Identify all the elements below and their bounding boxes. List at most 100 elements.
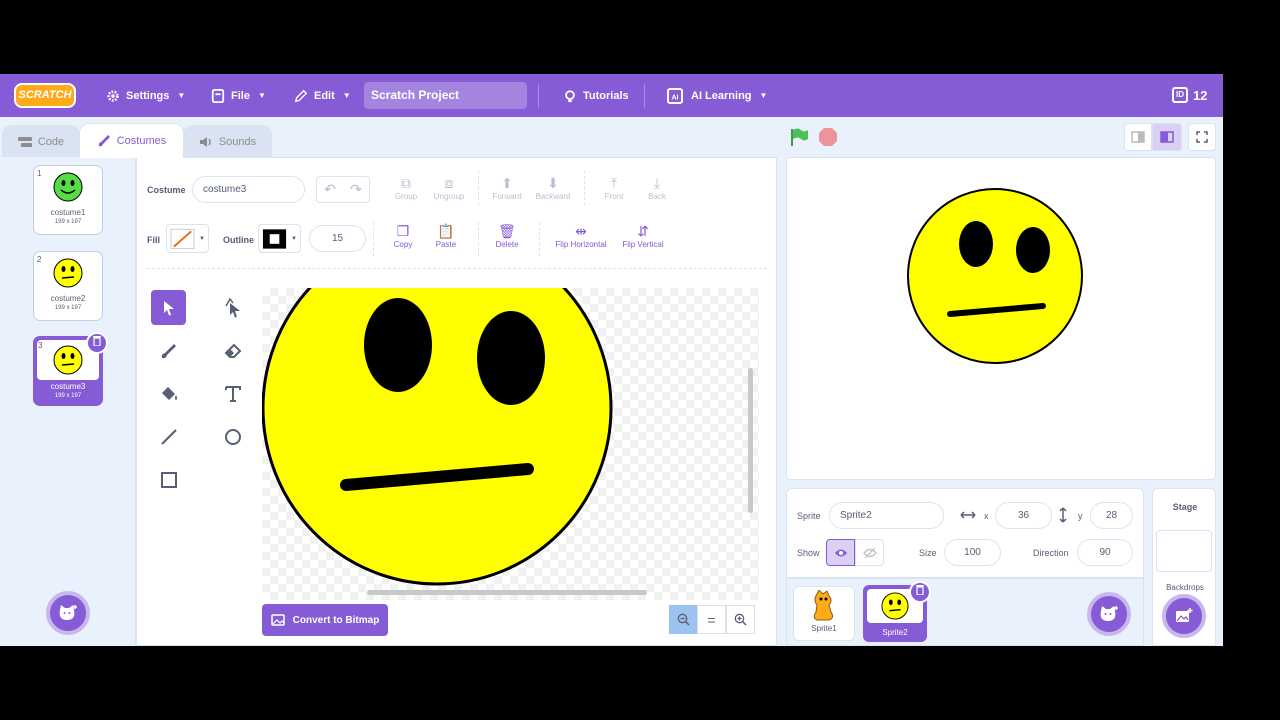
neutral-face-thumbnail <box>53 345 83 375</box>
group-button[interactable]: ⧉ Group <box>384 174 428 201</box>
id-badge-icon: ID <box>1172 87 1188 103</box>
direction-input[interactable]: 90 <box>1077 539 1133 566</box>
y-position-input[interactable]: 28 <box>1090 502 1133 529</box>
flip-vertical-button[interactable]: ⇵ Flip Vertical <box>615 222 671 249</box>
sprite-tile-1[interactable]: Sprite1 <box>793 586 855 641</box>
x-arrows-icon <box>960 511 976 519</box>
flip-horizontal-label: Flip Horizontal <box>555 240 607 249</box>
hide-sprite-button[interactable] <box>855 539 884 566</box>
ungroup-button[interactable]: ⧈ Ungroup <box>427 174 471 201</box>
code-blocks-icon <box>17 137 32 147</box>
toolbar-divider <box>539 222 540 256</box>
vertical-scrollbar[interactable] <box>748 368 753 513</box>
circle-tool[interactable] <box>215 419 250 454</box>
select-tool[interactable] <box>151 290 186 325</box>
trash-icon: 🗑 <box>498 223 516 239</box>
delete-sprite-button[interactable] <box>909 581 931 603</box>
zoom-out-icon <box>677 613 690 626</box>
brush-icon <box>161 343 176 358</box>
eraser-tool[interactable] <box>215 333 250 368</box>
back-button[interactable]: ⤓ Back <box>635 174 679 201</box>
stage-thumbnail[interactable] <box>1156 530 1212 572</box>
sprite2-on-stage[interactable] <box>907 188 1087 366</box>
delete-costume-button[interactable] <box>86 332 108 354</box>
ai-learning-menu[interactable]: AI AI Learning ▼ <box>665 74 767 117</box>
tab-sounds[interactable]: Sounds <box>183 125 272 158</box>
outline-color-picker[interactable]: ▼ <box>258 224 301 253</box>
flip-horizontal-button[interactable]: ⇹ Flip Horizontal <box>549 222 613 249</box>
stage-title: Stage <box>1172 502 1198 512</box>
outline-width-input[interactable]: 15 <box>309 225 366 252</box>
costume-tile-1[interactable]: 1 costume1 199 x 197 <box>33 165 103 235</box>
paint-editor: Costume costume3 ↶ ↷ ⧉ Group ⧈ Ungroup ⬆… <box>136 157 777 646</box>
text-tool[interactable] <box>215 376 250 411</box>
small-stage-button[interactable] <box>1124 123 1152 151</box>
drawing-canvas[interactable] <box>262 288 759 600</box>
fill-color-picker[interactable]: ▼ <box>166 224 209 253</box>
forward-button[interactable]: ⬆ Forward <box>485 174 529 201</box>
arrow-pointer-icon <box>163 300 174 315</box>
sprite-name: Sprite1 <box>811 624 837 633</box>
file-menu[interactable]: File ▼ <box>211 74 266 117</box>
normal-stage-icon <box>1160 131 1174 143</box>
horizontal-scrollbar[interactable] <box>367 590 647 595</box>
green-flag-button[interactable] <box>789 127 809 152</box>
zoom-in-button[interactable] <box>726 605 755 634</box>
brush-tool[interactable] <box>151 333 186 368</box>
fill-tool[interactable] <box>151 376 186 411</box>
tab-costumes[interactable]: Costumes <box>79 123 184 158</box>
zoom-reset-button[interactable]: = <box>697 605 726 634</box>
flip-horizontal-icon: ⇹ <box>575 223 587 239</box>
black-outline-swatch-icon <box>262 228 287 249</box>
zoom-out-button[interactable] <box>669 605 698 634</box>
line-icon <box>160 428 177 445</box>
sprite-name-input[interactable]: Sprite2 <box>829 502 944 529</box>
edit-menu[interactable]: Edit ▼ <box>294 74 351 117</box>
stage-canvas[interactable] <box>786 157 1216 480</box>
costume-tile-2[interactable]: 2 costume2 199 x 197 <box>33 251 103 321</box>
choose-sprite-button[interactable] <box>1087 592 1131 636</box>
chevron-down-icon: ▼ <box>342 91 351 100</box>
scratch-logo[interactable]: SCRATCH <box>14 83 76 108</box>
neutral-face-drawing <box>262 288 613 586</box>
line-tool[interactable] <box>151 419 186 454</box>
green-flag-icon <box>791 128 808 146</box>
redo-icon[interactable]: ↷ <box>350 181 362 198</box>
paste-icon: 📋 <box>437 223 455 239</box>
no-fill-swatch-icon <box>170 228 195 249</box>
size-input[interactable]: 100 <box>944 539 1001 566</box>
toolbar-divider <box>584 171 585 205</box>
show-sprite-button[interactable] <box>826 539 855 566</box>
delete-button[interactable]: 🗑 Delete <box>485 222 529 249</box>
green-smiley-thumbnail <box>53 172 83 202</box>
normal-stage-button[interactable] <box>1152 123 1182 151</box>
settings-menu[interactable]: Settings ▼ <box>106 74 185 117</box>
size-label: Size <box>919 548 937 558</box>
convert-to-bitmap-button[interactable]: Convert to Bitmap <box>262 604 388 636</box>
front-button[interactable]: ⤒ Front <box>592 174 636 201</box>
copy-button[interactable]: ❐ Copy <box>381 222 425 249</box>
tab-code[interactable]: Code <box>2 125 80 158</box>
backward-label: Backward <box>535 192 571 201</box>
costume-name: costume2 <box>50 294 86 303</box>
costume-name-input[interactable]: costume3 <box>192 176 305 203</box>
eye-icon <box>834 549 847 556</box>
x-position-input[interactable]: 36 <box>995 502 1052 529</box>
costume-list: 1 costume1 199 x 197 2 costume2 199 x 19… <box>0 157 136 646</box>
rectangle-tool[interactable] <box>151 462 186 497</box>
fullscreen-button[interactable] <box>1188 123 1216 151</box>
tutorials-button[interactable]: Tutorials <box>563 74 629 117</box>
undo-icon[interactable]: ↶ <box>324 181 336 198</box>
choose-backdrop-button[interactable] <box>1162 594 1206 638</box>
project-title-input[interactable]: Scratch Project <box>364 82 527 109</box>
costume-number: 2 <box>37 255 42 264</box>
fill-label: Fill <box>147 235 160 245</box>
choose-costume-button[interactable] <box>46 591 90 635</box>
stop-button[interactable] <box>818 127 838 152</box>
reshape-tool[interactable] <box>215 290 250 325</box>
costume-size: 199 x 197 <box>54 219 82 225</box>
backward-button[interactable]: ⬇ Backward <box>531 174 575 201</box>
show-label: Show <box>797 548 820 558</box>
paste-button[interactable]: 📋 Paste <box>424 222 468 249</box>
sprite-info-panel: Sprite Sprite2 x 36 y 28 Show Size 100 D… <box>786 488 1144 578</box>
